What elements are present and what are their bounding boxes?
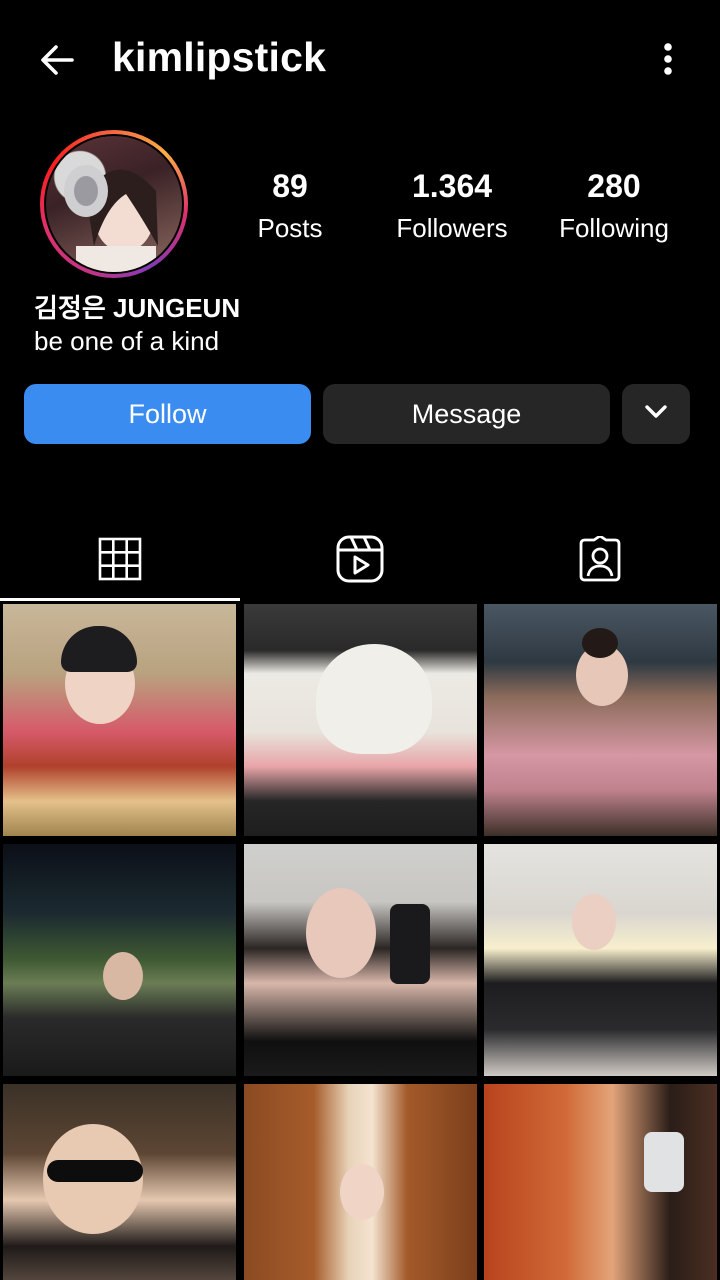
tab-posts[interactable] [0,520,240,602]
followers-count: 1.364 [411,168,493,204]
back-arrow-icon[interactable] [36,38,80,82]
active-tab-indicator [0,598,240,601]
message-button[interactable]: Message [323,384,610,444]
post-thumbnail[interactable] [3,604,236,836]
chevron-down-icon [642,397,670,432]
profile-username: kimlipstick [112,34,327,80]
more-options-icon[interactable] [650,36,686,84]
tab-reels[interactable] [240,520,480,602]
following-stat[interactable]: 280 Following [548,168,680,244]
post-thumbnail[interactable] [244,844,477,1076]
post-thumbnail[interactable] [484,604,717,836]
post-thumbnail[interactable] [484,844,717,1076]
suggested-accounts-button[interactable] [622,384,690,444]
followers-label: Followers [396,213,508,243]
post-thumbnail[interactable] [3,1084,236,1280]
post-thumbnail[interactable] [484,1084,717,1280]
follow-button[interactable]: Follow [24,384,311,444]
posts-stat: 89 Posts [240,168,340,244]
profile-avatar[interactable] [46,136,182,272]
profile-tabs [0,520,720,602]
post-thumbnail[interactable] [244,604,477,836]
profile-bio: be one of a kind [34,326,220,356]
tagged-person-icon [577,534,623,587]
following-label: Following [559,213,669,243]
story-ring[interactable] [40,130,188,278]
profile-name: 김정은 JUNGEUN [34,293,241,323]
following-count: 280 [587,168,641,204]
tab-tagged[interactable] [480,520,720,602]
posts-count: 89 [272,168,308,204]
top-bar: kimlipstick [0,0,720,120]
reels-icon [335,534,385,589]
post-thumbnail[interactable] [244,1084,477,1280]
grid-icon [98,537,142,586]
post-thumbnail[interactable] [3,844,236,1076]
posts-label: Posts [257,213,323,243]
followers-stat[interactable]: 1.364 Followers [380,168,524,244]
